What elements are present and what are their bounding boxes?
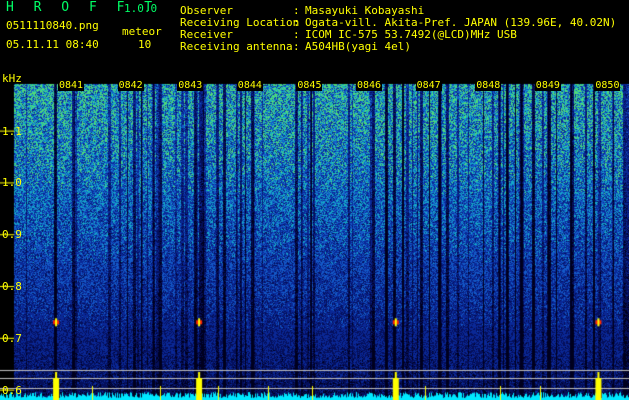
x-tick-label: 0843 [177,80,204,91]
x-tick-label: 0850 [594,80,621,91]
y-tick-label: 0.9 [2,228,22,242]
file-datetime: 05.11.11 08:40 [6,38,99,51]
x-tick-label: 0845 [296,80,323,91]
header-panel: H R O F F T 1.0.0 0511110840.png meteor … [0,0,629,82]
antenna-value: A504HB(yagi 4el) [305,40,411,53]
x-tick-label: 0846 [356,80,383,91]
y-tick-label: 1.0 [2,176,22,190]
info-separator: : [293,40,300,53]
file-name: 0511110840.png [6,19,99,32]
x-tick-label: 0847 [415,80,442,91]
x-tick-label: 0842 [117,80,144,91]
y-tick-label: 0.6 [2,383,22,397]
antenna-label: Receiving antenna [180,40,293,53]
meteor-label: meteor [122,25,162,38]
x-tick-label: 0844 [236,80,263,91]
app-version: 1.0.0 [124,2,158,15]
y-tick-label: 1.1 [2,124,22,138]
y-tick-label: 0.8 [2,280,22,294]
y-tick-label: 0.7 [2,331,22,345]
x-tick-label: 0849 [534,80,561,91]
meteor-count: 10 [138,38,152,51]
y-axis-unit: kHz [2,72,22,85]
x-tick-label: 0841 [58,80,85,91]
x-tick-label: 0848 [475,80,502,91]
